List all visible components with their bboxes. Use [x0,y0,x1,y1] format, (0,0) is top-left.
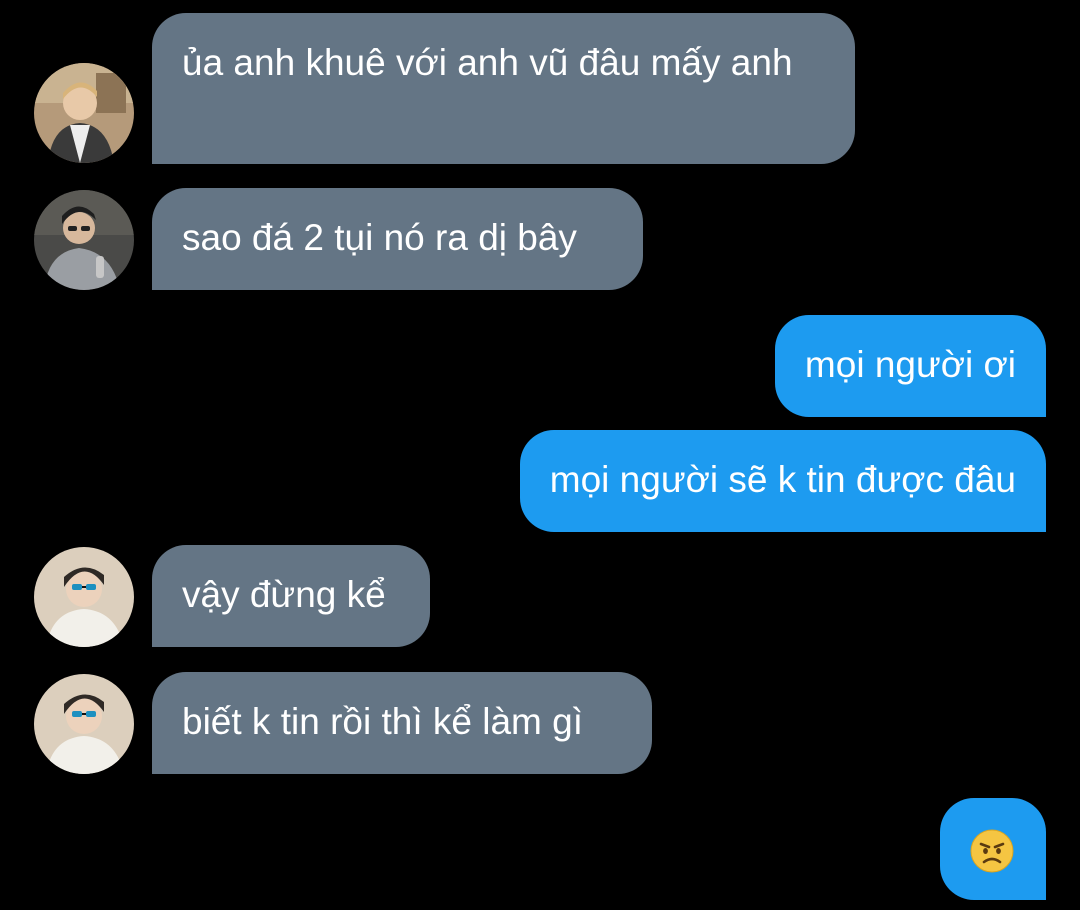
message-text: mọi người sẽ k tin được đâu [549,459,1016,500]
message-text: biết k tin rồi thì kể làm gì [182,701,584,742]
avatar-photo-sunglasses-icon [34,547,134,647]
message-text: sao đá 2 tụi nó ra dị bây [182,217,577,258]
sender-avatar[interactable] [34,190,134,290]
avatar-photo-man-2-icon [34,190,134,290]
message-text: mọi người ơi [804,344,1016,385]
message-bubble[interactable]: sao đá 2 tụi nó ra dị bây [152,188,643,290]
message-bubble[interactable]: vậy đừng kể [152,545,430,647]
avatar-photo-man-1-icon [34,63,134,163]
sender-avatar[interactable] [34,547,134,647]
angry-face-icon [970,829,1014,873]
message-text: ủa anh khuê với anh vũ đâu mấy anh [182,42,793,83]
message-bubble[interactable]: ủa anh khuê với anh vũ đâu mấy anh [152,13,855,164]
avatar-photo-sunglasses-icon [34,674,134,774]
message-bubble[interactable]: biết k tin rồi thì kể làm gì [152,672,652,774]
sender-avatar[interactable] [34,674,134,774]
message-bubble[interactable]: mọi người ơi [774,315,1046,417]
sender-avatar[interactable] [34,63,134,163]
message-bubble[interactable]: mọi người sẽ k tin được đâu [519,430,1046,532]
message-text: vậy đừng kể [182,574,386,615]
